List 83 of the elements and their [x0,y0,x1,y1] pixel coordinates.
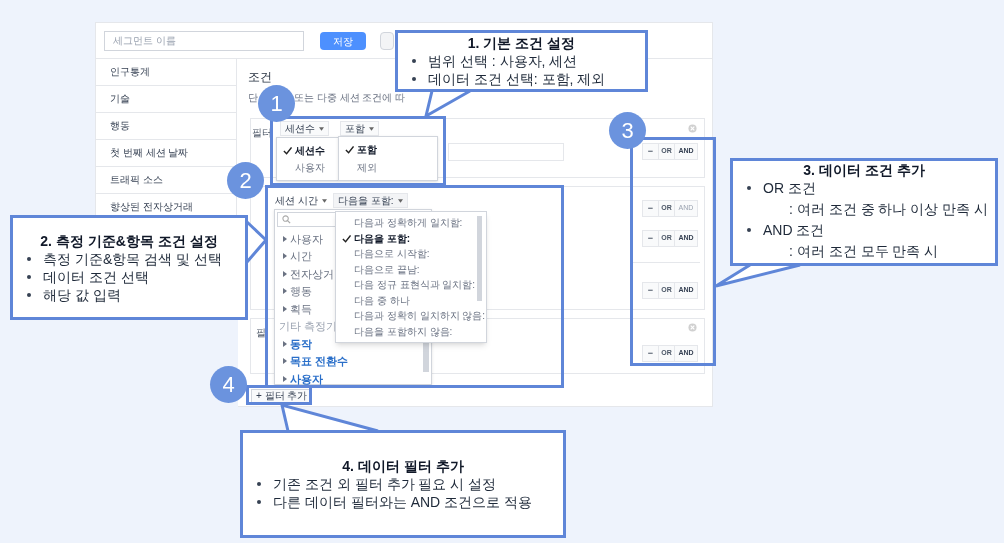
mode-dropdown[interactable]: 포함 [340,121,379,136]
tree-item[interactable]: 전자상거 [290,265,334,282]
bullet-icon [27,256,31,261]
bullet-detail: : 여러 조건 중 하나 이상 만족 시 [789,201,989,217]
bullet-text: OR 조건 [763,179,816,197]
bullet-text: 측정 기준&항목 검색 및 선택 [43,249,222,268]
sidebar-item[interactable]: 첫 번째 세션 날짜 [110,147,189,159]
expand-icon[interactable] [283,235,287,242]
description-text: 단 [248,91,258,105]
bullet-icon [27,274,31,279]
description-text: 또는 다중 세션 조건에 따 [294,91,406,105]
menu-item[interactable]: 다음과 정확히 일치하지 않음: [336,308,486,324]
remove-button[interactable]: − [643,283,659,298]
bullet-text: 다른 데이터 필터와는 AND 조건으로 적용 [273,493,532,511]
menu-item[interactable]: 다음 정규 표현식과 일치함: [336,277,486,293]
check-icon [345,145,354,155]
menu-item[interactable]: 다음으로 끝남: [336,261,486,277]
expand-icon[interactable] [283,270,287,277]
bullet-icon [412,59,416,63]
operator-dropdown[interactable]: 다음을 포함: [333,193,408,208]
tree-item[interactable]: 시간 [290,248,312,265]
value-field[interactable] [448,143,564,161]
bullet-text: AND 조건 [763,221,825,239]
tree-item[interactable]: 사용자 [290,230,323,247]
menu-item[interactable]: 다음과 정확하게 일치함: [336,215,486,231]
tree-item[interactable]: 사용자 [290,370,323,387]
expand-icon[interactable] [283,375,287,382]
bullet-icon [412,77,416,81]
expand-icon[interactable] [283,305,287,312]
expand-icon[interactable] [283,358,287,365]
bullet-icon [257,482,261,486]
menu-item[interactable]: 제외 [339,159,437,175]
caret-icon [319,126,324,131]
remove-button[interactable]: − [643,346,659,361]
bullet-detail: : 여러 조건 모두 만족 시 [789,243,939,259]
bullet-text: 데이터 조건 선택: 포함, 제외 [428,70,606,88]
remove-button[interactable]: − [643,231,659,246]
bullet-icon [257,500,261,504]
callout-title: 2. 측정 기준&항목 조건 설정 [39,231,219,250]
caret-icon [321,198,327,203]
caret-icon [397,198,403,203]
menu-item[interactable]: 세션수 [277,143,338,158]
menu-item[interactable]: 포함 [339,142,437,158]
callout-title: 3. 데이터 조건 추가 [802,161,926,179]
tree-item[interactable]: 동작 [290,335,312,352]
caret-icon [369,126,374,131]
sidebar-item[interactable]: 트래픽 소스 [110,174,163,186]
menu-item[interactable]: 다음 중 하나 [336,292,486,308]
search-icon [282,215,291,224]
bullet-icon [747,186,751,190]
bullet-text: 데이터 조건 선택 [43,267,149,286]
remove-button[interactable]: − [643,144,659,159]
callout-title: 1. 기본 조건 설정 [466,34,577,52]
expand-icon[interactable] [283,253,287,260]
sidebar-item[interactable]: 기술 [110,93,130,105]
sidebar-item[interactable]: 행동 [110,120,130,132]
section-title: 조건 [248,69,272,86]
bullet-text: 해당 값 입력 [43,285,121,304]
filter-label: 필터 [252,126,272,140]
sidebar-item[interactable]: 향상된 전자상거래 [110,201,193,213]
remove-button[interactable]: − [643,201,659,216]
check-icon [342,233,351,243]
group-header: 기타 측정기 [279,319,338,334]
menu-item[interactable]: 다음을 포함: [336,230,486,246]
scrollbar[interactable] [477,216,482,301]
bullet-icon [747,228,751,232]
expand-icon[interactable] [283,340,287,347]
menu-item[interactable]: 다음을 포함하지 않음: [336,323,486,339]
expand-icon[interactable] [283,288,287,295]
sidebar-item[interactable]: 인구통계 [110,66,150,78]
tree-item[interactable]: 획득 [290,300,312,317]
bullet-text: 범위 선택 : 사용자, 세션 [428,52,578,70]
scope-dropdown[interactable]: 세션수 [280,121,329,136]
filter-label: 필 [256,326,266,340]
bullet-icon [27,292,31,297]
check-icon [283,146,292,155]
tree-item[interactable]: 목표 전환수 [290,353,349,370]
menu-item[interactable]: 다음으로 시작함: [336,246,486,262]
bullet-text: 기존 조건 외 필터 추가 필요 시 설정 [273,475,497,493]
step-badge: 4 [210,366,247,403]
menu-item[interactable]: 사용자 [277,160,338,175]
callout-title: 4. 데이터 필터 추가 [341,457,465,475]
tree-item[interactable]: 행동 [290,283,312,300]
